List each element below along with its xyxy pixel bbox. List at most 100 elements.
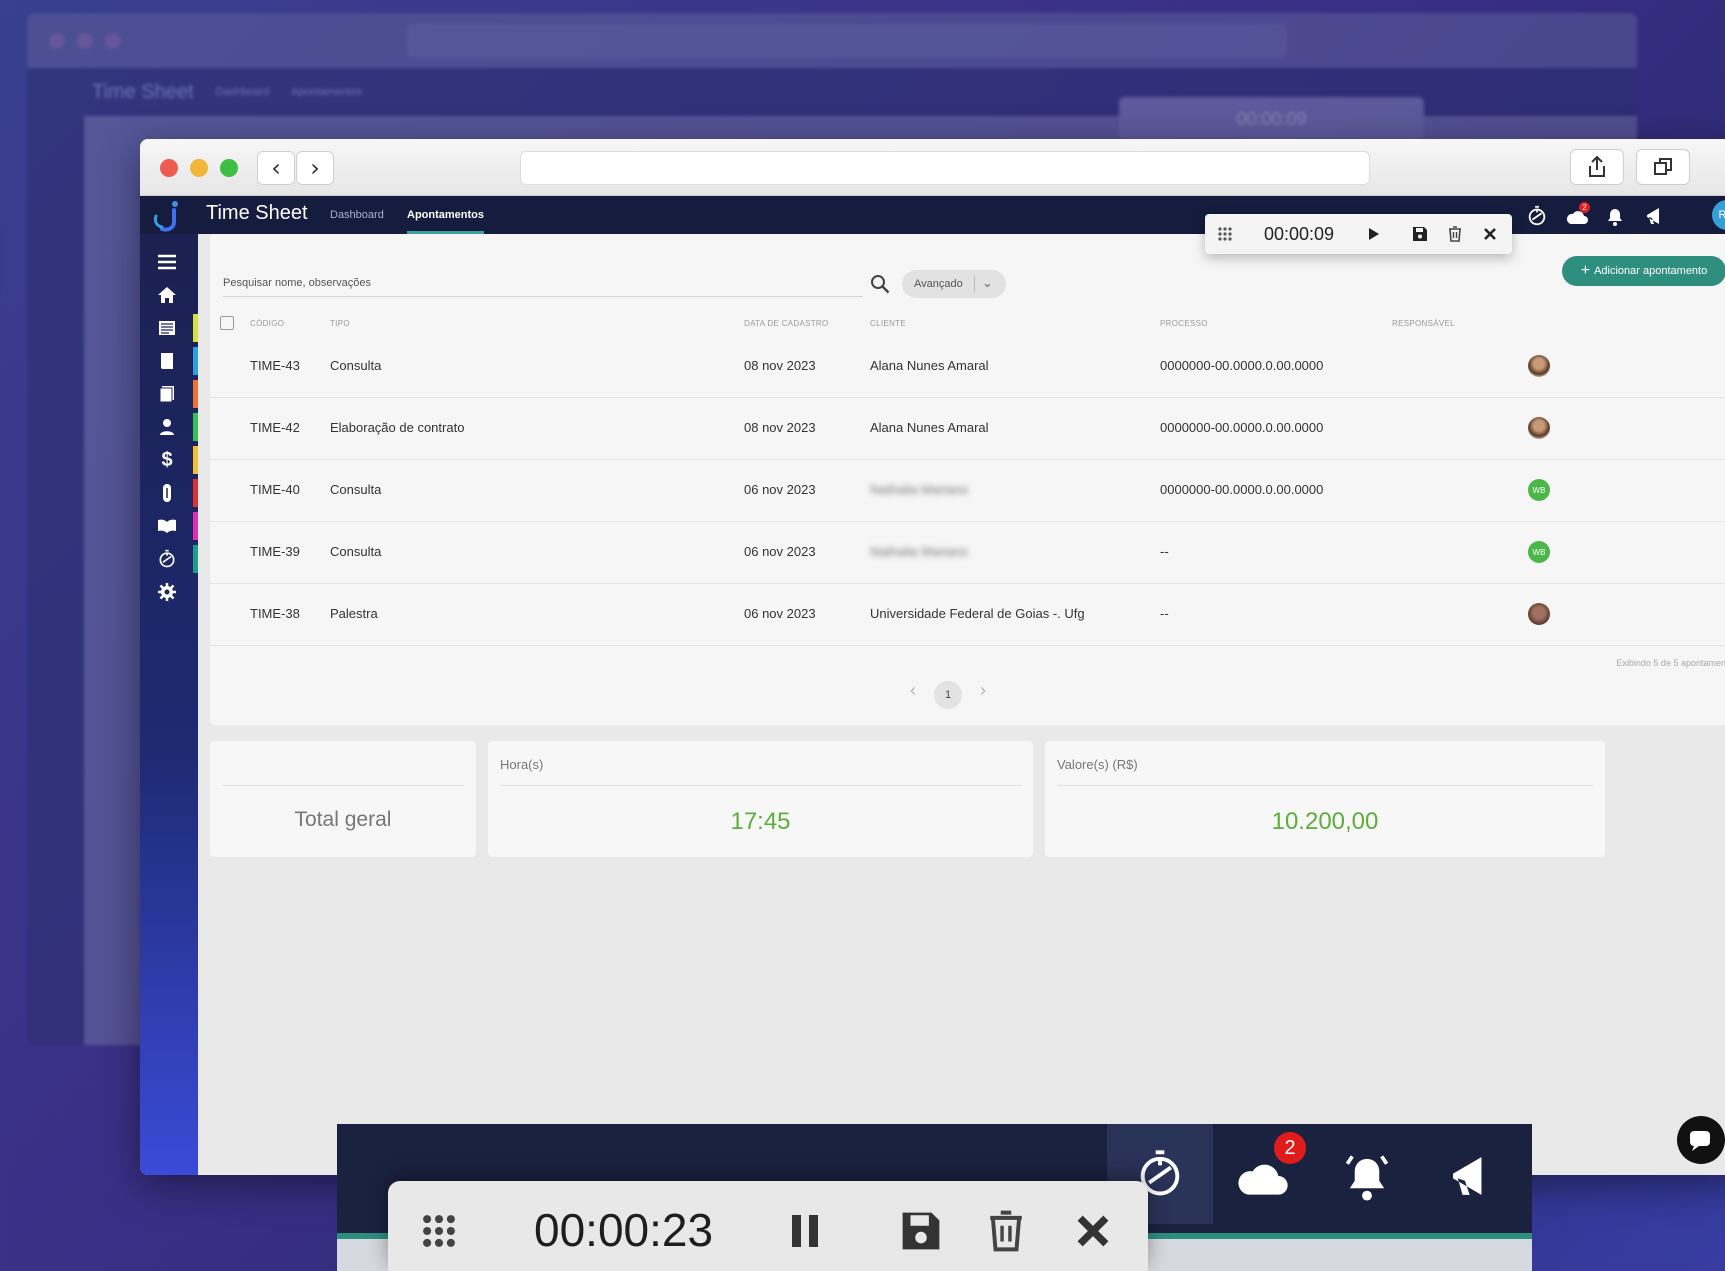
address-bar[interactable] bbox=[520, 151, 1370, 185]
hours-card: Hora(s) 17:45 bbox=[488, 741, 1033, 857]
table-row[interactable]: TIME-39 Consulta 06 nov 2023 Nathalia Ma… bbox=[210, 522, 1725, 584]
chat-button[interactable] bbox=[1677, 1116, 1725, 1164]
chevron-down-icon: ⌄ bbox=[982, 275, 993, 290]
tabs-button[interactable] bbox=[1636, 149, 1690, 185]
total-card: Total geral bbox=[210, 741, 476, 857]
drag-handle-zoomed[interactable] bbox=[415, 1207, 463, 1255]
cloud-header-button[interactable]: 2 bbox=[1565, 202, 1590, 228]
drag-handle[interactable] bbox=[1215, 224, 1235, 244]
timer-display: 00:00:09 bbox=[1264, 224, 1335, 244]
sidebar-item-library[interactable] bbox=[154, 513, 180, 539]
column-header-tipo[interactable]: Tipo bbox=[330, 319, 350, 328]
cell-codigo: TIME-39 bbox=[250, 544, 300, 559]
play-icon bbox=[1369, 228, 1379, 240]
column-header-data[interactable]: Data de cadastro bbox=[744, 319, 829, 328]
close-timer-button[interactable] bbox=[1480, 224, 1500, 244]
table-row[interactable]: TIME-43 Consulta 08 nov 2023 Alana Nunes… bbox=[210, 336, 1725, 398]
dollar-icon: $ bbox=[161, 448, 173, 471]
window-minimize-button[interactable] bbox=[190, 159, 208, 177]
sidebar-item-contacts[interactable] bbox=[154, 414, 180, 440]
zoomed-timer-widget: 00:00:23 bbox=[388, 1181, 1148, 1271]
forward-button[interactable]: › bbox=[296, 151, 334, 185]
cell-processo: -- bbox=[1160, 544, 1169, 559]
table-row[interactable]: TIME-38 Palestra 06 nov 2023 Universidad… bbox=[210, 584, 1725, 646]
cell-data: 06 nov 2023 bbox=[744, 482, 816, 497]
sidebar-item-news[interactable] bbox=[154, 315, 180, 341]
add-appointment-label: Adicionar apontamento bbox=[1594, 265, 1708, 277]
hours-label: Hora(s) bbox=[500, 757, 544, 772]
home-icon bbox=[158, 287, 176, 303]
save-button-zoomed[interactable] bbox=[897, 1207, 945, 1255]
sidebar-menu-toggle[interactable] bbox=[154, 249, 180, 275]
grip-icon bbox=[423, 1215, 455, 1247]
cell-data: 08 nov 2023 bbox=[744, 420, 816, 435]
sidebar-item-timesheet[interactable] bbox=[154, 546, 180, 572]
cell-codigo: TIME-43 bbox=[250, 358, 300, 373]
cloud-badge: 2 bbox=[1579, 202, 1590, 213]
column-header-processo[interactable]: Processo bbox=[1160, 319, 1208, 328]
close-icon bbox=[1077, 1215, 1109, 1247]
advanced-filter-button[interactable]: Avançado ⌄ bbox=[902, 270, 1006, 298]
save-icon bbox=[902, 1212, 940, 1250]
tab-dashboard[interactable]: Dashboard bbox=[330, 209, 384, 221]
search-input[interactable]: Pesquisar nome, observações bbox=[223, 277, 371, 289]
delete-button[interactable] bbox=[1445, 224, 1465, 244]
bg-close-dot bbox=[49, 32, 65, 49]
table-row[interactable]: TIME-40 Consulta 06 nov 2023 Nathalia Ma… bbox=[210, 460, 1725, 522]
delete-button-zoomed[interactable] bbox=[982, 1207, 1030, 1255]
trash-icon bbox=[990, 1210, 1022, 1252]
next-page-button[interactable]: › bbox=[980, 680, 986, 701]
files-icon bbox=[159, 386, 174, 403]
close-timer-button-zoomed[interactable] bbox=[1069, 1207, 1117, 1255]
cell-data: 08 nov 2023 bbox=[744, 358, 816, 373]
browser-window: ‹ › Time Sheet Dashboard Apontamentos 2 bbox=[140, 139, 1725, 1175]
tab-apontamentos[interactable]: Apontamentos bbox=[407, 209, 484, 234]
user-avatar[interactable]: RM bbox=[1712, 200, 1725, 230]
select-all-checkbox[interactable] bbox=[220, 316, 234, 330]
notifications-button[interactable] bbox=[1603, 204, 1627, 228]
cell-codigo: TIME-40 bbox=[250, 482, 300, 497]
user-initials: RM bbox=[1718, 209, 1725, 221]
values-value: 10.200,00 bbox=[1271, 808, 1379, 835]
add-appointment-button[interactable]: + Adicionar apontamento bbox=[1562, 256, 1725, 286]
window-zoom-button[interactable] bbox=[220, 159, 238, 177]
hours-value: 17:45 bbox=[730, 808, 791, 835]
advanced-label: Avançado bbox=[914, 278, 963, 290]
app-logo-icon bbox=[153, 201, 178, 232]
sidebar-item-documents[interactable] bbox=[154, 348, 180, 374]
sidebar-item-files[interactable] bbox=[154, 381, 180, 407]
sidebar-item-settings[interactable] bbox=[154, 579, 180, 605]
cell-processo: 0000000-00.0000.0.00.0000 bbox=[1160, 482, 1324, 497]
cell-cliente: Universidade Federal de Goias -. Ufg bbox=[870, 606, 1085, 621]
window-close-button[interactable] bbox=[160, 159, 178, 177]
timer-display-zoomed: 00:00:23 bbox=[534, 1204, 714, 1256]
grip-icon bbox=[1218, 227, 1232, 241]
sidebar-item-attachments[interactable] bbox=[154, 480, 180, 506]
announcements-button[interactable] bbox=[1643, 204, 1667, 228]
back-button[interactable]: ‹ bbox=[257, 151, 295, 185]
column-header-responsavel[interactable]: Responsável bbox=[1392, 319, 1455, 328]
bg-sidebar bbox=[27, 116, 84, 1045]
table-row[interactable]: TIME-42 Elaboração de contrato 08 nov 20… bbox=[210, 398, 1725, 460]
bg-timer-widget: 00:00:09 bbox=[1119, 97, 1424, 141]
total-label: Total geral bbox=[294, 808, 392, 831]
page-number-button[interactable]: 1 bbox=[934, 681, 962, 709]
column-header-codigo[interactable]: Código bbox=[250, 319, 284, 328]
column-header-cliente[interactable]: Cliente bbox=[870, 319, 906, 328]
pause-button[interactable] bbox=[781, 1207, 829, 1255]
notifications-button-zoomed[interactable] bbox=[1337, 1146, 1397, 1206]
search-button[interactable] bbox=[870, 274, 890, 294]
sidebar-item-finance[interactable]: $ bbox=[154, 447, 180, 473]
save-button[interactable] bbox=[1410, 224, 1430, 244]
cell-codigo: TIME-38 bbox=[250, 606, 300, 621]
share-button[interactable] bbox=[1570, 149, 1624, 185]
sidebar-item-home[interactable] bbox=[154, 282, 180, 308]
avatar bbox=[1528, 603, 1550, 625]
cell-tipo: Consulta bbox=[330, 482, 382, 497]
play-button[interactable] bbox=[1364, 224, 1384, 244]
main-content: Pesquisar nome, observações Avançado ⌄ +… bbox=[198, 234, 1725, 1175]
announcements-button-zoomed[interactable] bbox=[1442, 1146, 1502, 1206]
prev-page-button[interactable]: ‹ bbox=[910, 680, 916, 701]
timer-header-button[interactable] bbox=[1525, 204, 1549, 228]
hamburger-icon bbox=[158, 254, 176, 270]
